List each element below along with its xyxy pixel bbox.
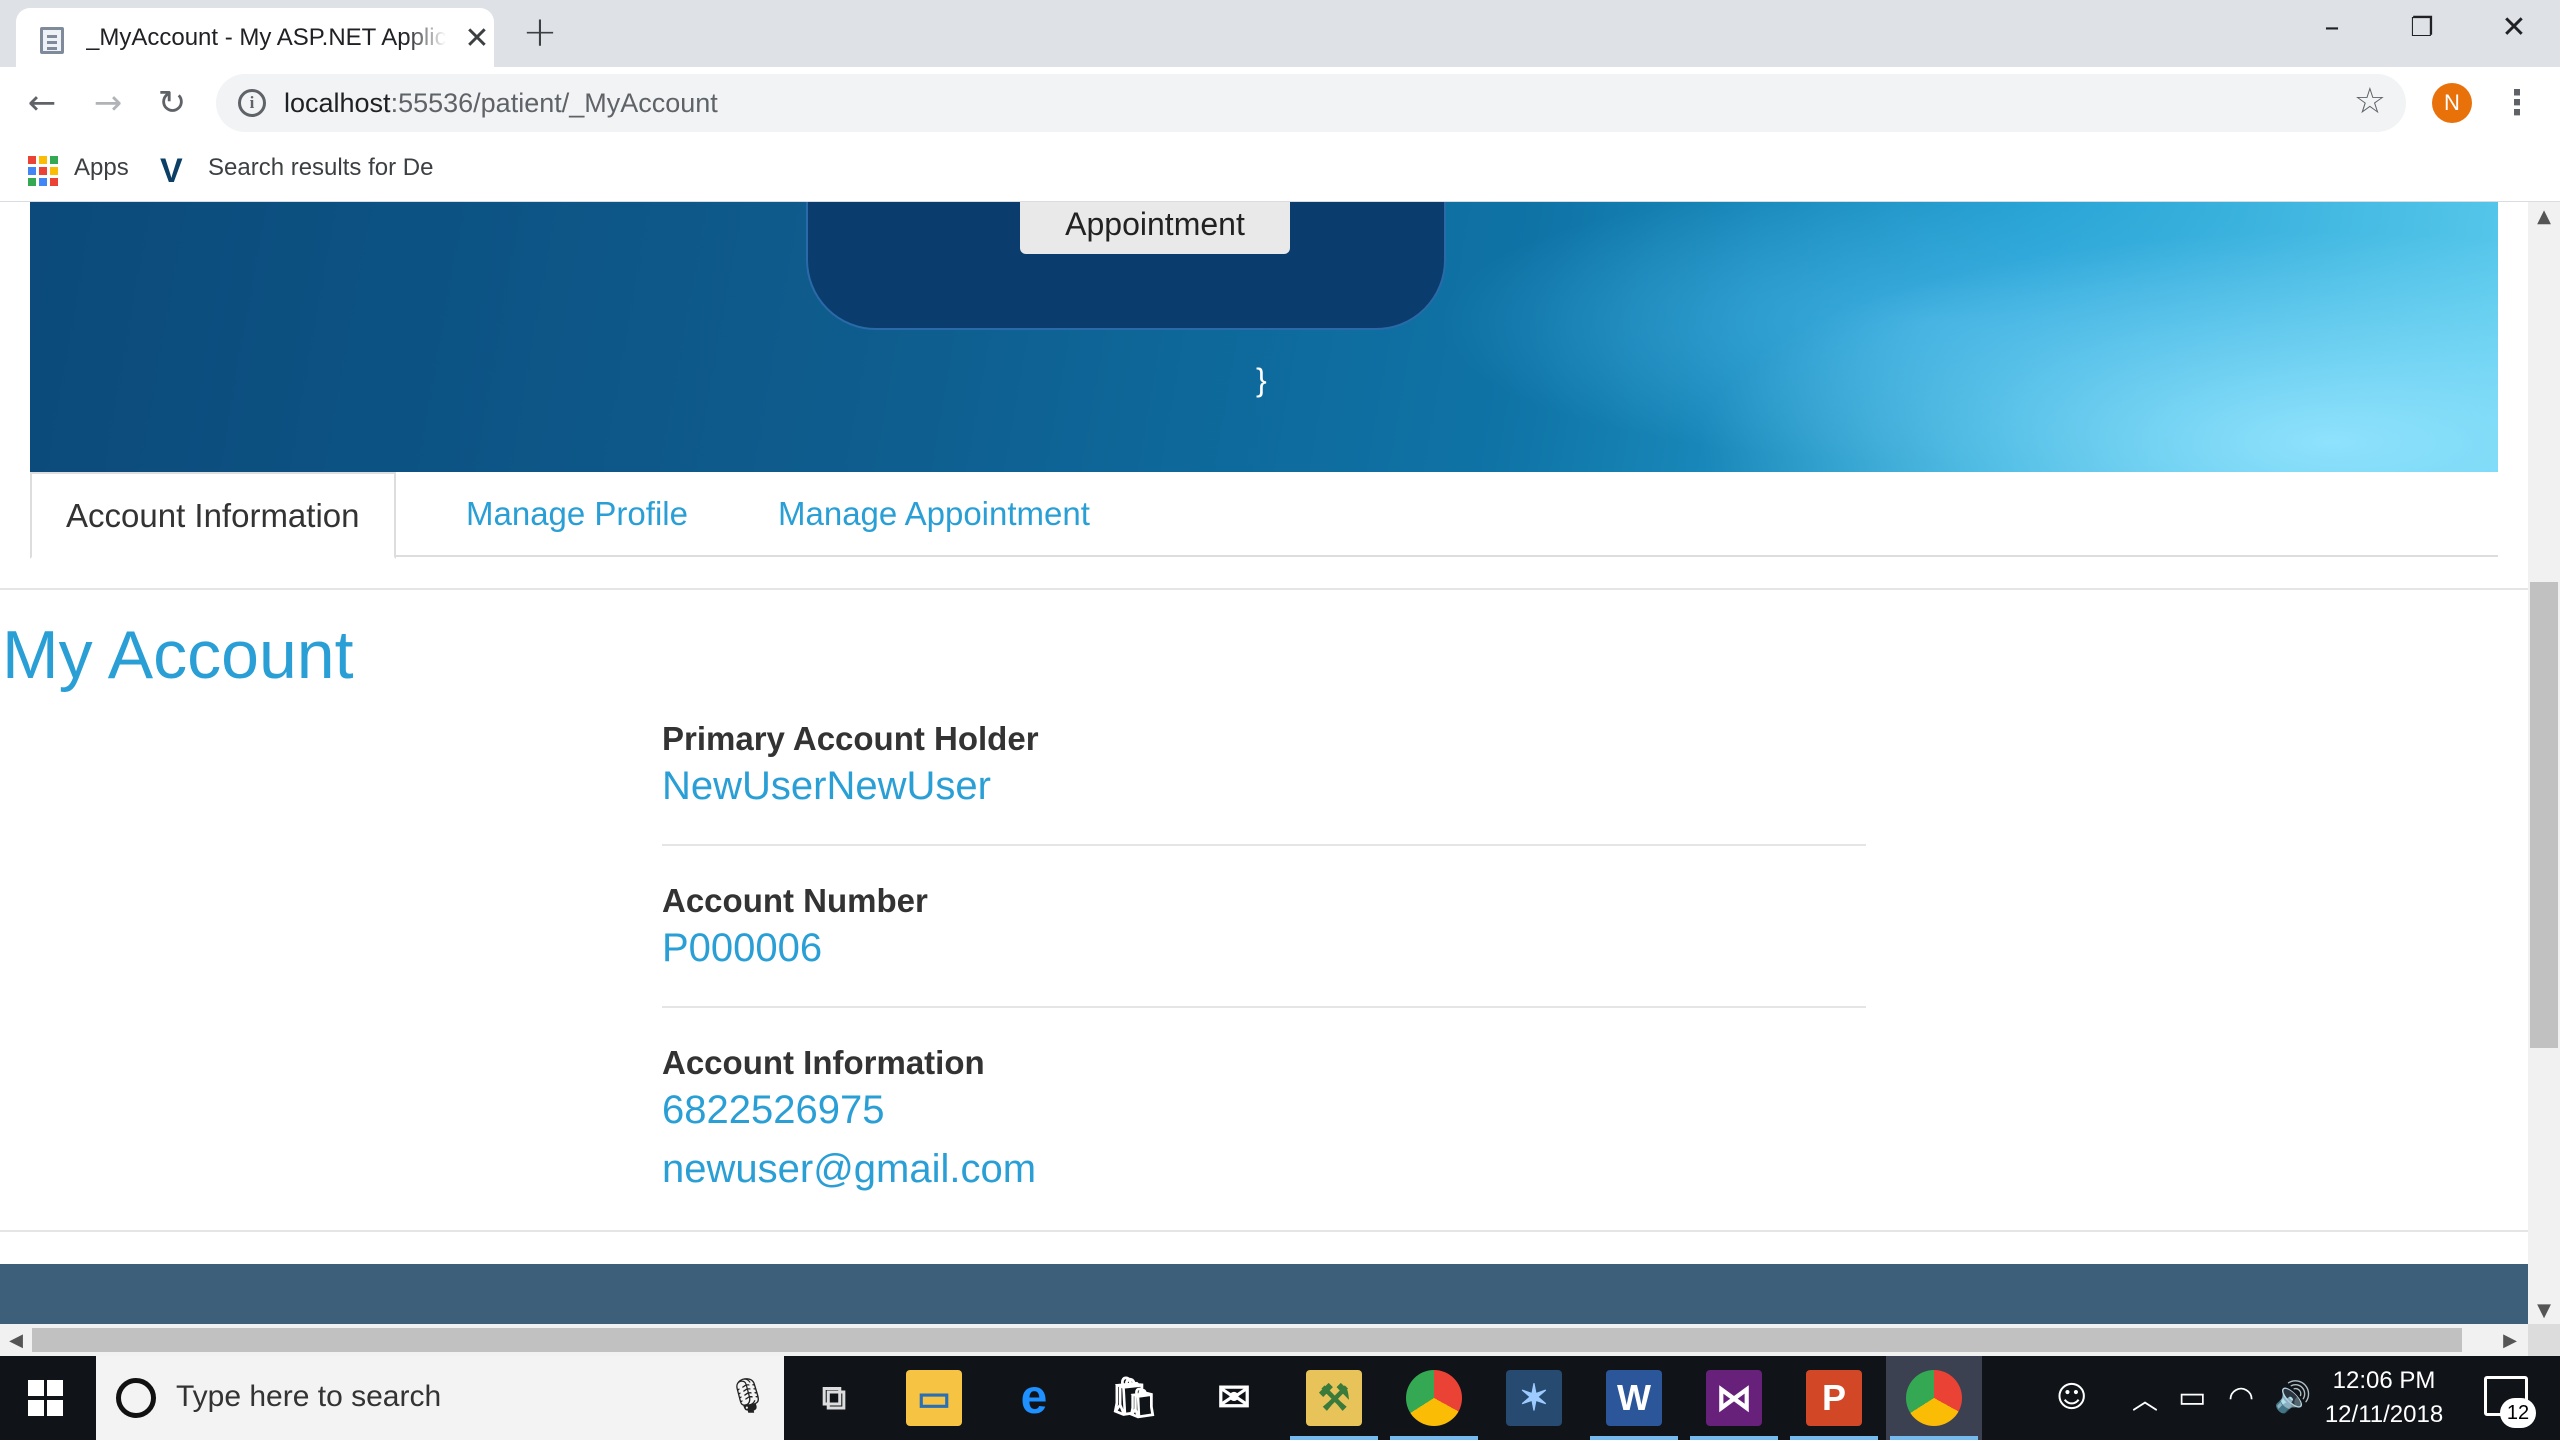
scroll-down-arrow-icon[interactable]: ▼ bbox=[2528, 1300, 2560, 1321]
phone-value: 6822526975 bbox=[662, 1088, 885, 1132]
site-info-icon[interactable]: i bbox=[238, 89, 266, 117]
bookmark-search-results[interactable]: Search results for De bbox=[208, 154, 434, 182]
holder-label: Primary Account Holder bbox=[662, 720, 1039, 757]
scrollbar-corner bbox=[2528, 1324, 2560, 1356]
account-info-label: Account Information bbox=[662, 1044, 985, 1081]
wifi-icon[interactable]: ◠ bbox=[2228, 1380, 2254, 1415]
vertical-scroll-thumb[interactable] bbox=[2530, 582, 2558, 1048]
taskbar-search[interactable]: Type here to search 🎙 bbox=[96, 1356, 784, 1440]
page-viewport: Appointment } Account Information Manage… bbox=[0, 202, 2528, 1324]
info-divider bbox=[662, 1006, 1866, 1008]
url-text[interactable]: localhost:55536/patient/_MyAccount bbox=[284, 88, 718, 119]
taskbar-running-indicator bbox=[1890, 1436, 1978, 1440]
address-bar[interactable]: i localhost:55536/patient/_MyAccount ☆ bbox=[216, 74, 2406, 132]
restore-icon[interactable]: ❐ bbox=[2392, 6, 2452, 50]
taskbar-running-indicator bbox=[1790, 1436, 1878, 1440]
mail-icon[interactable]: ✉ bbox=[1206, 1370, 1262, 1426]
info-divider bbox=[662, 844, 1866, 846]
url-host: localhost bbox=[284, 88, 391, 118]
task-view-icon[interactable]: ⧉ bbox=[806, 1370, 862, 1426]
tools-app-icon[interactable]: ⚒ bbox=[1306, 1370, 1362, 1426]
browser-titlebar: _MyAccount - My ASP.NET Application ✕ + … bbox=[0, 0, 2560, 67]
chrome-active-icon[interactable] bbox=[1906, 1370, 1962, 1426]
stray-brace-text: } bbox=[1256, 362, 1267, 398]
account-number-label: Account Number bbox=[662, 882, 928, 919]
taskbar-running-indicator bbox=[1590, 1436, 1678, 1440]
close-tab-icon[interactable]: ✕ bbox=[462, 24, 492, 54]
cortana-icon bbox=[116, 1378, 156, 1418]
visual-studio-icon[interactable]: ⋈ bbox=[1706, 1370, 1762, 1426]
taskbar-running-indicator bbox=[1390, 1436, 1478, 1440]
windows-taskbar: Type here to search 🎙 bbox=[0, 1356, 2560, 1440]
forward-icon[interactable]: → bbox=[86, 81, 130, 125]
taskbar-search-placeholder: Type here to search bbox=[176, 1380, 442, 1413]
windows-start-icon[interactable] bbox=[28, 1380, 64, 1416]
clock-time: 12:06 PM bbox=[2332, 1367, 2436, 1394]
email-value: newuser@gmail.com bbox=[662, 1147, 1037, 1191]
bookmark-apps[interactable]: Apps bbox=[74, 154, 129, 182]
browser-toolbar: ← → ↻ i localhost:55536/patient/_MyAccou… bbox=[0, 67, 2560, 140]
minimize-icon[interactable]: – bbox=[2302, 6, 2362, 50]
volume-icon[interactable]: 🔊 bbox=[2274, 1380, 2311, 1415]
horizontal-scroll-thumb[interactable] bbox=[32, 1328, 2462, 1352]
people-icon[interactable]: ☺ bbox=[2056, 1380, 2087, 1415]
account-info-section: Account Information 6822526975 newuser@g… bbox=[662, 1044, 1866, 1192]
account-number-value: P000006 bbox=[662, 926, 823, 970]
store-icon[interactable]: 🛍 bbox=[1106, 1370, 1162, 1426]
notification-badge: 12 bbox=[2500, 1398, 2536, 1428]
taskbar-clock[interactable]: 12:06 PM 12/11/2018 bbox=[2314, 1364, 2454, 1432]
url-path: :55536/patient/_MyAccount bbox=[390, 88, 718, 118]
tab-manage-profile[interactable]: Manage Profile bbox=[432, 472, 722, 557]
bookmarks-bar: Apps V Search results for De bbox=[0, 140, 2560, 202]
holder-value: NewUserNewUser bbox=[662, 764, 991, 808]
taskbar-running-indicator bbox=[1290, 1436, 1378, 1440]
powerpoint-icon[interactable]: P bbox=[1806, 1370, 1862, 1426]
back-icon[interactable]: ← bbox=[20, 81, 64, 125]
close-window-icon[interactable]: ✕ bbox=[2484, 6, 2544, 50]
tray-chevron-icon[interactable]: ︿ bbox=[2132, 1380, 2158, 1417]
chrome-icon[interactable] bbox=[1406, 1370, 1462, 1426]
scroll-right-arrow-icon[interactable]: ▶ bbox=[2494, 1330, 2526, 1351]
reload-icon[interactable]: ↻ bbox=[150, 81, 194, 125]
file-explorer-icon[interactable]: ▭ bbox=[906, 1370, 962, 1426]
sql-server-icon[interactable]: ✶ bbox=[1506, 1370, 1562, 1426]
page-title: My Account bbox=[2, 617, 354, 693]
section-divider bbox=[0, 588, 2528, 590]
account-number-section: Account Number P000006 bbox=[662, 882, 1866, 971]
tab-title: _MyAccount - My ASP.NET Application bbox=[86, 24, 446, 52]
menu-kebab-icon[interactable]: ⋮ bbox=[2500, 81, 2534, 125]
scroll-left-arrow-icon[interactable]: ◀ bbox=[0, 1330, 32, 1351]
microphone-icon[interactable]: 🎙 bbox=[726, 1376, 769, 1416]
page-footer bbox=[0, 1264, 2528, 1324]
scroll-up-arrow-icon[interactable]: ▲ bbox=[2528, 206, 2560, 227]
word-icon[interactable]: W bbox=[1606, 1370, 1662, 1426]
clock-date: 12/11/2018 bbox=[2324, 1401, 2444, 1428]
taskbar-running-indicator bbox=[1690, 1436, 1778, 1440]
account-holder-section: Primary Account Holder NewUserNewUser bbox=[662, 720, 1866, 809]
new-tab-button[interactable]: + bbox=[520, 11, 560, 53]
tab-manage-appointment[interactable]: Manage Appointment bbox=[744, 472, 1124, 557]
v-logo-icon: V bbox=[160, 152, 183, 190]
bookmark-star-icon[interactable]: ☆ bbox=[2354, 82, 2386, 122]
page-favicon-icon bbox=[40, 27, 64, 54]
apps-grid-icon[interactable] bbox=[28, 156, 58, 186]
appointment-button[interactable]: Appointment bbox=[1020, 202, 1290, 254]
browser-tab[interactable]: _MyAccount - My ASP.NET Application ✕ bbox=[16, 8, 494, 67]
tab-account-information[interactable]: Account Information bbox=[30, 472, 396, 559]
edge-browser-icon[interactable]: e bbox=[1006, 1370, 1062, 1426]
account-tabs: Account Information Manage Profile Manag… bbox=[30, 472, 2498, 559]
content-bottom-divider bbox=[0, 1230, 2528, 1232]
battery-icon[interactable]: ▭ bbox=[2178, 1380, 2206, 1415]
profile-avatar[interactable]: N bbox=[2432, 83, 2472, 123]
